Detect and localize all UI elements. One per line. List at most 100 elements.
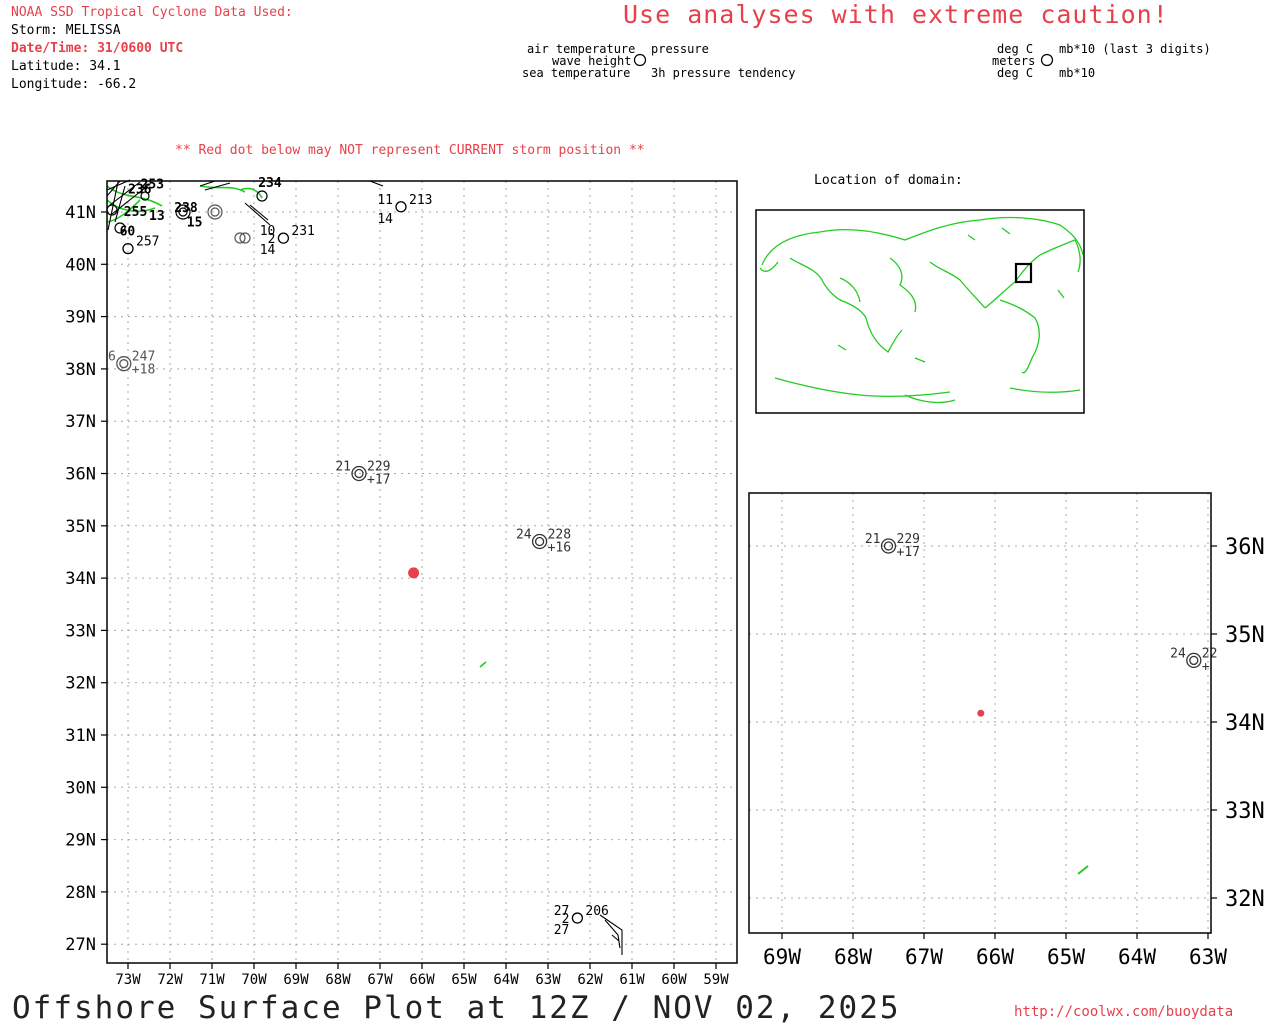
zoom-lon-label: 66W (976, 945, 1014, 969)
zoom-station-model: 21 229+17 (865, 532, 920, 560)
main-lat-label: 30N (65, 778, 96, 798)
station-cluster-label: 236 (128, 183, 152, 198)
zoom-map-labels: 36N 35N 34N 33N 32N 69W 68W 67W 66W 65W 64W 63W (763, 535, 1265, 969)
zoom-lon-label: 68W (834, 945, 872, 969)
main-lon-label: 62W (577, 972, 603, 988)
main-map-grid (101, 181, 737, 969)
main-lon-label: 66W (409, 972, 435, 988)
station-circle (116, 356, 132, 372)
station-cluster-label: 60 (120, 225, 136, 240)
station-air-temp: 11 (377, 193, 393, 208)
station-air-temp: 24 (516, 527, 532, 542)
station-cluster-label: 15 (187, 216, 203, 231)
zoom-lat-label: 32N (1225, 887, 1265, 912)
station-model: 6 247+18 (108, 350, 155, 378)
source-url-link[interactable]: http://coolwx.com/buoydata (1014, 1004, 1233, 1020)
station-inner-circle (534, 536, 545, 547)
main-lat-label: 39N (65, 308, 96, 328)
plot-canvas: 6 247+1821 229+1724 228+1611 2131410 23121425… (65, 53, 1265, 988)
station-model: 11 213 14 (377, 193, 432, 227)
main-lat-label: 29N (65, 831, 96, 851)
zoom-lat-label: 36N (1225, 535, 1265, 560)
main-map-station-cluster (106, 179, 623, 955)
station-tendency: +16 (548, 540, 571, 555)
zoom-station-circle (1186, 652, 1202, 669)
main-lon-label: 67W (367, 972, 393, 988)
station-pressure: 206 (585, 904, 608, 919)
station-model: 27 206227 (554, 904, 609, 938)
zoom-station-inner-circle (1189, 655, 1199, 666)
station-cluster-label: 234 (258, 176, 282, 191)
station-pressure: 257 (136, 235, 159, 250)
main-map-stations: 6 247+1821 229+1724 228+1611 2131410 23121425… (108, 176, 609, 938)
station-sea-temp: 14 (260, 243, 276, 258)
main-lon-label: 68W (325, 972, 351, 988)
main-lat-label: 41N (65, 203, 96, 223)
station-air-temp: 6 (108, 350, 116, 365)
main-lon-label: 64W (493, 972, 519, 988)
main-lon-label: 63W (535, 972, 561, 988)
legend-station-icon (633, 53, 647, 67)
zoom-lon-label: 67W (905, 945, 943, 969)
main-lat-label: 37N (65, 412, 96, 432)
zoom-station-tendency: +17 (897, 545, 920, 560)
station-model: 21 229+17 (335, 460, 390, 488)
main-lat-label: 32N (65, 674, 96, 694)
main-lat-label: 34N (65, 569, 96, 589)
main-lat-label: 36N (65, 465, 96, 485)
main-lon-label: 70W (241, 972, 267, 988)
station-circle (395, 201, 407, 213)
world-inset-map (755, 209, 1085, 414)
zoom-lon-label: 63W (1189, 945, 1227, 969)
station-model: 24 228+16 (516, 527, 571, 555)
zoom-lon-label: 65W (1047, 945, 1085, 969)
main-lon-label: 61W (619, 972, 645, 988)
station-inner-circle (119, 359, 129, 369)
station-circle (277, 232, 290, 244)
station-cluster-label: 255 (124, 205, 147, 220)
main-lon-label: 65W (451, 972, 477, 988)
station-sea-temp: 14 (377, 212, 393, 227)
main-lat-label: 33N (65, 621, 96, 641)
station-tendency: +17 (367, 473, 390, 488)
main-lon-label: 60W (661, 972, 687, 988)
station-circle (571, 912, 584, 924)
zoom-lat-label: 35N (1225, 623, 1265, 648)
main-lon-label: 72W (157, 972, 183, 988)
zoom-map-stations: 21 229+1724 22+ (865, 532, 1217, 717)
main-lon-label: 73W (115, 972, 141, 988)
zoom-lat-label: 33N (1225, 799, 1265, 824)
main-lat-label: 35N (65, 517, 96, 537)
station-pressure: 231 (291, 224, 314, 239)
main-lat-label: 28N (65, 883, 96, 903)
zoom-storm-position-dot (977, 709, 985, 717)
main-lon-label: 71W (199, 972, 225, 988)
zoom-station-air-temp: 24 (1170, 646, 1186, 661)
zoom-lat-label: 34N (1225, 711, 1265, 736)
station-model: 10 231214 (260, 224, 315, 258)
main-lon-label: 69W (283, 972, 309, 988)
main-map-labels: 41N 40N 39N 38N 37N 36N 35N 34N 33N 32N 31N 30N 29N 2… (65, 203, 729, 988)
main-lat-label: 38N (65, 360, 96, 380)
legend-units-station-icon (1040, 53, 1054, 67)
zoom-station-inner-circle (883, 541, 894, 551)
storm-position-dot (408, 567, 420, 579)
station-sea-temp: 27 (554, 923, 570, 938)
zoom-station-tendency: + (1202, 659, 1210, 674)
main-lat-label: 27N (65, 935, 96, 955)
main-lat-label: 40N (65, 255, 96, 275)
station-cluster-label: 238 (174, 201, 198, 216)
station-circle (531, 533, 548, 550)
station-pressure: 213 (409, 193, 432, 208)
plot-title: Offshore Surface Plot at 12Z / NOV 02, 2… (12, 990, 901, 1026)
station-air-temp: 21 (335, 460, 351, 475)
zoom-map-grid (749, 493, 1217, 939)
station-cluster-label: 13 (149, 209, 165, 224)
main-map-frame (106, 180, 738, 964)
zoom-station-air-temp: 21 (865, 532, 881, 547)
zoom-lon-label: 69W (763, 945, 801, 969)
main-lon-label: 59W (703, 972, 729, 988)
main-lat-label: 31N (65, 726, 96, 746)
zoom-map-coastline (1077, 865, 1089, 875)
station-tendency: +18 (132, 363, 155, 378)
